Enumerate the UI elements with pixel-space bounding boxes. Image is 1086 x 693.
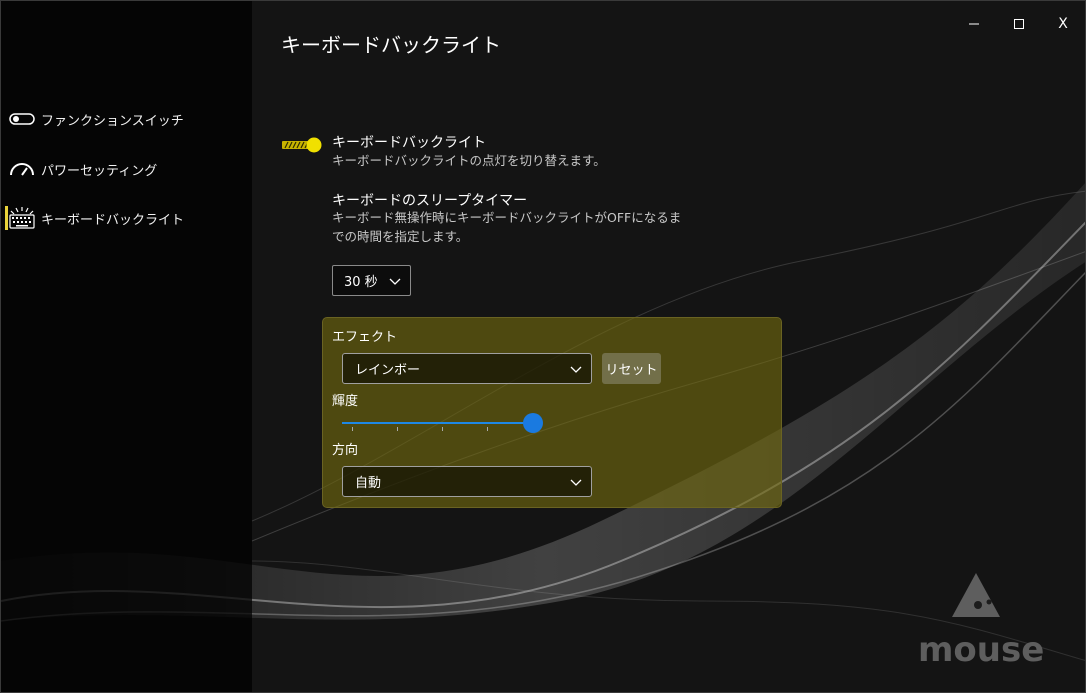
effect-value: レインボー (355, 363, 421, 378)
sidebar-item-keyboard-backlight[interactable]: キーボードバックライト (5, 203, 247, 233)
direction-value: 自動 (355, 476, 382, 491)
sleep-timer-value: 30 秒 (344, 275, 378, 290)
backlight-title: キーボードバックライト (332, 135, 486, 151)
keyboard-backlight-icon (7, 206, 37, 230)
sleep-timer-select[interactable]: 30 秒 (332, 265, 411, 296)
sidebar-item-power-setting[interactable]: パワーセッティング (7, 154, 247, 184)
backlight-description: キーボードバックライトの点灯を切り替えます。 (332, 153, 606, 168)
sidebar: ファンクションスイッチ パワーセッティング キーボードバックライト (1, 1, 252, 692)
sleep-timer-title: キーボードのスリープタイマー (332, 193, 528, 209)
maximize-icon (1014, 19, 1024, 29)
sidebar-item-label: ファンクションスイッチ (41, 113, 184, 129)
toggle-icon (7, 107, 37, 131)
brightness-slider-thumb[interactable] (523, 413, 543, 433)
chevron-down-icon (570, 479, 582, 486)
close-label: X (1058, 16, 1068, 32)
mouse-logo: mouse (918, 573, 1044, 666)
gauge-icon (7, 157, 37, 181)
reset-button[interactable]: リセット (602, 353, 661, 384)
chevron-down-icon (570, 366, 582, 373)
close-button[interactable]: X (1048, 11, 1078, 37)
maximize-button[interactable] (1004, 11, 1034, 37)
sleep-timer-description: キーボード無操作時にキーボードバックライトがOFFになるまでの時間を指定します。 (332, 210, 682, 244)
minimize-button[interactable] (959, 11, 989, 37)
chevron-down-icon (389, 278, 401, 285)
effect-select[interactable]: レインボー (342, 353, 592, 384)
direction-label: 方向 (332, 443, 359, 458)
slider-tick (487, 427, 488, 431)
minimize-icon (969, 23, 979, 25)
sidebar-item-label: キーボードバックライト (41, 212, 185, 228)
backlight-toggle[interactable] (282, 137, 322, 153)
sidebar-item-function-switch[interactable]: ファンクションスイッチ (7, 104, 247, 134)
page-title: キーボードバックライト (281, 33, 501, 57)
brightness-label: 輝度 (332, 394, 359, 409)
slider-tick (352, 427, 353, 431)
slider-tick (397, 427, 398, 431)
sidebar-item-label: パワーセッティング (41, 163, 158, 179)
direction-select[interactable]: 自動 (342, 466, 592, 497)
mouse-logo-text: mouse (918, 630, 1044, 666)
app-window: ファンクションスイッチ パワーセッティング キーボードバックライト X キーボー… (0, 0, 1086, 693)
brightness-slider-track[interactable] (342, 422, 534, 424)
slider-tick (442, 427, 443, 431)
effect-label: エフェクト (332, 330, 398, 345)
